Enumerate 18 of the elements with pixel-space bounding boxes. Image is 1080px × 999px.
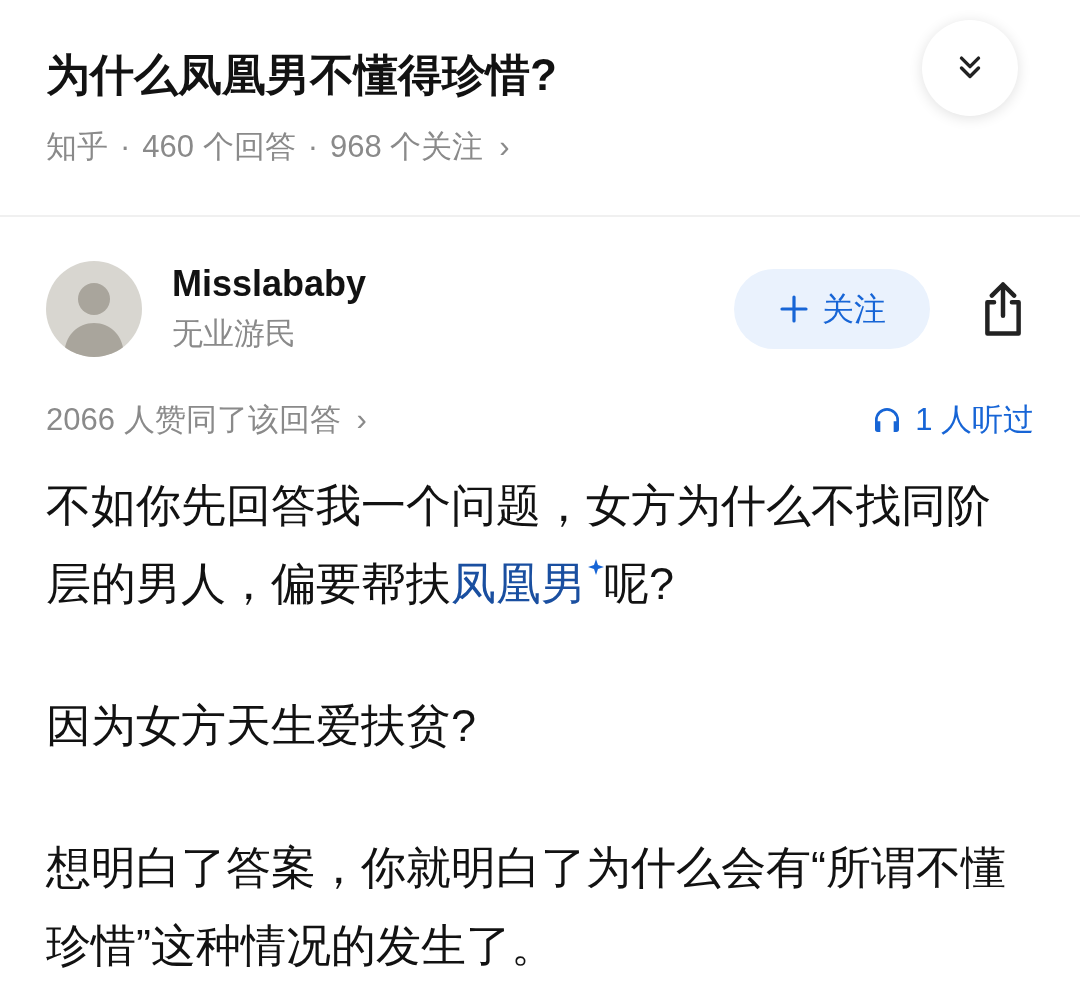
meta-count: 968 个关注 <box>330 128 484 166</box>
answer-paragraph: 因为女方天生爱扶贫? <box>46 699 478 753</box>
author-name[interactable]: Misslababy <box>172 260 367 307</box>
listen-count[interactable]: 1 人听过 <box>915 396 1034 443</box>
sparkle-icon <box>588 559 604 575</box>
answer-paragraph: 不如你先回答我一个问题，女方为什么不找同阶层的男人，偏要帮扶凤凰男 呢? <box>46 479 992 611</box>
meta-count: 460 个回答 <box>142 128 296 166</box>
source-label: 知乎 <box>46 128 108 166</box>
separator-dot: · <box>120 128 131 166</box>
chevron[interactable]: › <box>356 396 367 443</box>
upvote-count: 2066 人赞同了该回答 <box>46 400 341 439</box>
separator-dot: · <box>307 128 318 166</box>
follow-button[interactable]: 关注 <box>734 268 930 349</box>
question-title: 为什么凤凰男不懂得珍惜? <box>46 49 557 101</box>
chevron[interactable]: › <box>499 124 510 171</box>
answer-paragraph: 想明白了答案，你就明白了为什么会有“所谓不懂珍惜”这种情况的发生了。 <box>46 841 1007 973</box>
keyword-link[interactable]: 凤凰男 <box>451 558 586 609</box>
author-bio: 无业游民 <box>172 314 297 353</box>
